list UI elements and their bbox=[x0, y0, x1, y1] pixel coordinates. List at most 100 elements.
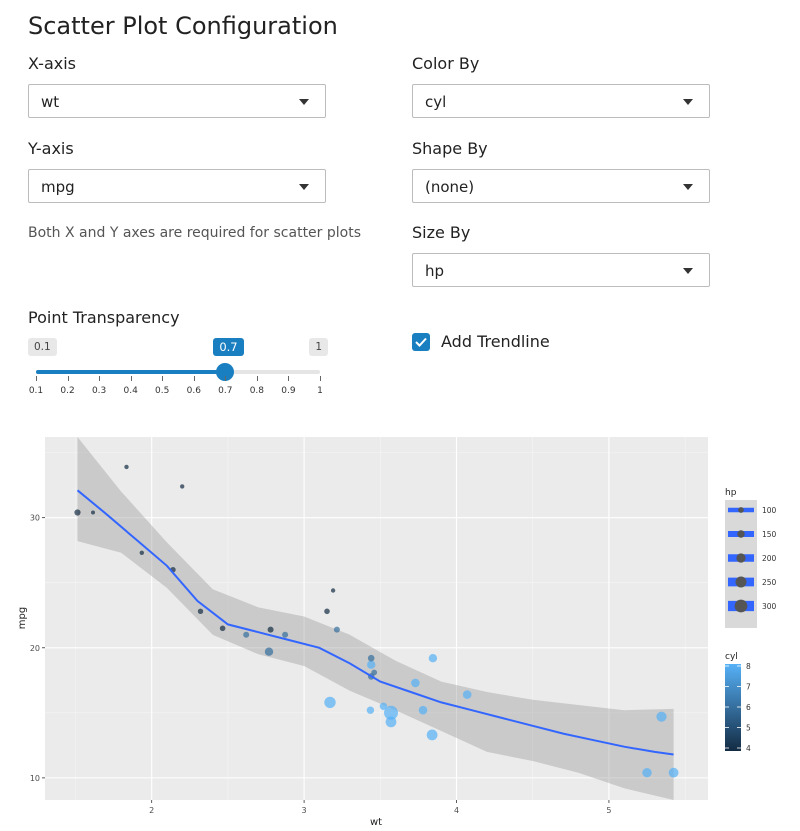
slider-tick-label: 0.5 bbox=[155, 386, 170, 396]
chevron-down-icon bbox=[683, 99, 693, 105]
trendline-checkbox[interactable] bbox=[412, 333, 430, 351]
data-point bbox=[462, 690, 472, 699]
x-tick-label: 4 bbox=[454, 806, 459, 815]
data-point bbox=[219, 625, 226, 632]
y-axis-select[interactable]: mpg bbox=[28, 169, 326, 203]
y-tick-label: 30 bbox=[30, 514, 40, 523]
slider-tick-label: 0.1 bbox=[28, 386, 44, 396]
data-point bbox=[642, 768, 652, 778]
data-point bbox=[367, 660, 376, 669]
trendline-label: Add Trendline bbox=[441, 332, 550, 351]
shape-by-value: (none) bbox=[425, 178, 475, 196]
data-point bbox=[366, 706, 375, 714]
data-point bbox=[333, 626, 340, 633]
size-legend-key-point bbox=[734, 599, 748, 613]
data-point bbox=[267, 626, 274, 633]
color-legend-label: 5 bbox=[746, 724, 751, 733]
slider-value-badge: 0.7 bbox=[213, 338, 244, 356]
x-tick-label: 2 bbox=[149, 806, 154, 815]
color-by-select[interactable]: cyl bbox=[412, 84, 710, 118]
slider-min-badge: 0.1 bbox=[28, 338, 57, 356]
size-legend-key-point bbox=[736, 553, 746, 563]
shape-by-select[interactable]: (none) bbox=[412, 169, 710, 203]
chevron-down-icon bbox=[299, 184, 309, 190]
size-legend-label: 100 bbox=[762, 506, 777, 515]
y-axis-label: Y-axis bbox=[28, 139, 74, 158]
size-legend-key-point bbox=[735, 576, 747, 588]
slider-max-badge: 1 bbox=[309, 338, 328, 356]
slider-tick bbox=[99, 376, 101, 381]
color-legend-label: 4 bbox=[746, 744, 751, 753]
slider-tick bbox=[162, 376, 164, 381]
slider-tick bbox=[288, 376, 290, 381]
data-point bbox=[74, 509, 81, 516]
size-by-value: hp bbox=[425, 262, 445, 280]
data-point bbox=[197, 608, 204, 614]
data-point bbox=[384, 705, 398, 720]
data-point bbox=[330, 588, 336, 593]
x-axis-value: wt bbox=[41, 93, 60, 111]
slider-tick-label: 0.7 bbox=[218, 386, 233, 396]
scatter-plot: 2 3 4 5 10 20 30 wt mpg hp 100 150 200 250 300 cyl 8… bbox=[17, 437, 777, 828]
slider-tick bbox=[256, 376, 258, 381]
slider-tick-label: 0.3 bbox=[91, 386, 107, 396]
x-axis-label: X-axis bbox=[28, 54, 76, 73]
color-legend-label: 6 bbox=[746, 703, 751, 712]
data-point bbox=[282, 631, 289, 638]
size-legend-label: 200 bbox=[762, 554, 777, 563]
color-by-value: cyl bbox=[425, 93, 447, 111]
data-point bbox=[324, 608, 330, 615]
size-by-label: Size By bbox=[412, 223, 471, 242]
data-point bbox=[264, 647, 274, 656]
size-legend-label: 250 bbox=[762, 578, 777, 587]
transparency-label: Point Transparency bbox=[28, 308, 180, 327]
slider-tick bbox=[36, 376, 37, 381]
data-point bbox=[428, 654, 438, 663]
data-point bbox=[656, 711, 667, 722]
transparency-slider[interactable]: 0.1 1 0.7 0.1 0.2 0.3 0.4 0.5 0.6 0.7 0.8 0.9 1 bbox=[28, 336, 328, 400]
size-legend-title: hp bbox=[725, 488, 737, 498]
y-tick-label: 20 bbox=[30, 644, 40, 653]
axes-help-text: Both X and Y axes are required for scatt… bbox=[28, 225, 361, 241]
color-legend-label: 7 bbox=[746, 683, 751, 692]
slider-tick bbox=[225, 376, 227, 381]
slider-tick-label: 0.4 bbox=[123, 386, 138, 396]
x-tick-label: 3 bbox=[302, 806, 307, 815]
size-legend-key-point bbox=[737, 530, 745, 538]
color-legend-label: 8 bbox=[746, 662, 751, 671]
slider-tick-label: 0.9 bbox=[281, 386, 296, 396]
chevron-down-icon bbox=[299, 99, 309, 105]
data-point bbox=[411, 678, 420, 688]
data-point bbox=[324, 696, 336, 709]
data-point bbox=[139, 550, 144, 555]
shape-by-label: Shape By bbox=[412, 139, 488, 158]
data-point bbox=[367, 654, 375, 662]
slider-tick bbox=[67, 376, 69, 381]
data-point bbox=[418, 705, 428, 715]
y-axis-value: mpg bbox=[41, 178, 75, 196]
data-point bbox=[668, 767, 679, 778]
size-legend-label: 300 bbox=[762, 602, 777, 611]
slider-tick-label: 0.6 bbox=[186, 386, 201, 396]
slider-tick bbox=[130, 376, 132, 381]
page-title: Scatter Plot Configuration bbox=[28, 12, 338, 40]
check-icon bbox=[415, 337, 427, 347]
slider-tick-label: 0.8 bbox=[249, 386, 265, 396]
data-point bbox=[91, 510, 95, 515]
slider-tick-label: 0.2 bbox=[60, 386, 75, 396]
size-legend-key-point bbox=[738, 507, 744, 513]
color-legend-bar bbox=[725, 664, 741, 751]
size-legend-label: 150 bbox=[762, 530, 777, 539]
slider-tick bbox=[320, 376, 321, 381]
color-by-label: Color By bbox=[412, 54, 480, 73]
size-by-select[interactable]: hp bbox=[412, 253, 710, 287]
y-axis-title: mpg bbox=[17, 607, 28, 629]
x-axis-select[interactable]: wt bbox=[28, 84, 326, 118]
chevron-down-icon bbox=[683, 184, 693, 190]
color-legend: cyl 8 7 6 5 4 bbox=[725, 652, 751, 753]
slider-ticks: 0.1 0.2 0.3 0.4 0.5 0.6 0.7 0.8 0.9 1 bbox=[29, 376, 323, 400]
color-legend-title: cyl bbox=[725, 652, 738, 662]
x-axis-title: wt bbox=[370, 817, 382, 828]
data-point bbox=[124, 464, 129, 470]
data-point bbox=[180, 484, 185, 489]
